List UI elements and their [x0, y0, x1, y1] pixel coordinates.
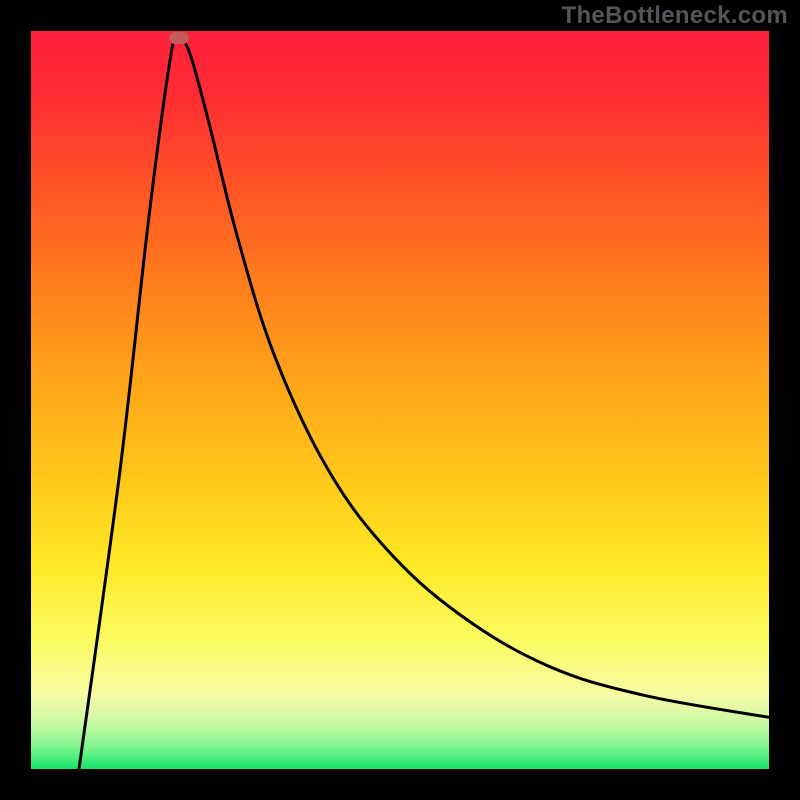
- bottleneck-curve: [31, 31, 769, 769]
- plot-area: [31, 31, 769, 769]
- watermark-text: TheBottleneck.com: [562, 2, 788, 30]
- curve-path: [79, 34, 769, 769]
- chart-frame: TheBottleneck.com: [0, 0, 800, 800]
- bottleneck-marker: [169, 32, 189, 44]
